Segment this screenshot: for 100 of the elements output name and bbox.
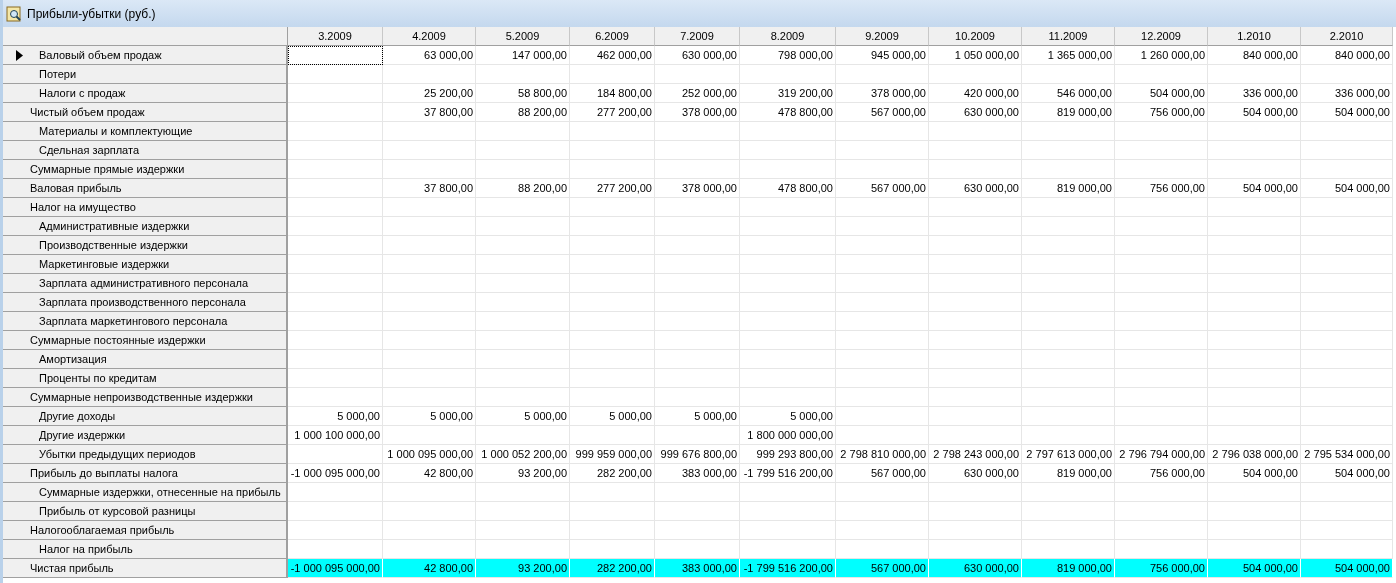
column-header[interactable]: 10.2009 xyxy=(929,27,1022,46)
table-cell: 1 000 100 000,00 xyxy=(288,426,383,445)
table-cell: 504 000,00 xyxy=(1208,559,1301,578)
column-header[interactable]: 5.2009 xyxy=(476,27,570,46)
column-header[interactable]: 12.2009 xyxy=(1115,27,1208,46)
row-header[interactable]: Прибыль от курсовой разницы xyxy=(25,502,288,521)
table-cell: 5 000,00 xyxy=(288,407,383,426)
table-cell: 37 800,00 xyxy=(383,103,476,122)
row-header[interactable]: Суммарные издержки, отнесенные на прибыль xyxy=(25,483,288,502)
row-header[interactable]: Налог на имущество xyxy=(25,198,288,217)
row-header[interactable]: Проценты по кредитам xyxy=(25,369,288,388)
row-header[interactable]: Налоги с продаж xyxy=(25,84,288,103)
table-cell: 504 000,00 xyxy=(1301,559,1393,578)
table-cell: 630 000,00 xyxy=(929,464,1022,483)
table-cell: 1 800 000 000,00 xyxy=(740,426,836,445)
table-cell: -1 000 095 000,00 xyxy=(288,559,383,578)
table-cell: 42 800,00 xyxy=(383,464,476,483)
table-cell: 819 000,00 xyxy=(1022,464,1115,483)
table-cell: 504 000,00 xyxy=(1301,179,1393,198)
table-cell: 756 000,00 xyxy=(1115,464,1208,483)
window-title: Прибыли-убытки (руб.) xyxy=(27,6,156,21)
row-header[interactable]: Сдельная зарплата xyxy=(25,141,288,160)
row-header[interactable]: Убытки предыдущих периодов xyxy=(25,445,288,464)
table-cell: 630 000,00 xyxy=(929,103,1022,122)
table-cell: 2 796 794 000,00 xyxy=(1115,445,1208,464)
column-header[interactable]: 7.2009 xyxy=(655,27,740,46)
table-cell: -1 799 516 200,00 xyxy=(740,559,836,578)
table-cell: 277 200,00 xyxy=(570,103,655,122)
table-cell: 999 293 800,00 xyxy=(740,445,836,464)
table-cell: 1 000 095 000,00 xyxy=(383,445,476,464)
row-header[interactable]: Зарплата производственного персонала xyxy=(25,293,288,312)
table-cell: 840 000,00 xyxy=(1208,46,1301,65)
row-header[interactable]: Зарплата маркетингового персонала xyxy=(25,312,288,331)
table-cell: 630 000,00 xyxy=(929,179,1022,198)
row-header[interactable]: Другие издержки xyxy=(25,426,288,445)
table-cell: 504 000,00 xyxy=(1208,103,1301,122)
row-header[interactable]: Суммарные прямые издержки xyxy=(25,160,288,179)
table-cell: 2 796 038 000,00 xyxy=(1208,445,1301,464)
row-header[interactable]: Производственные издержки xyxy=(25,236,288,255)
row-header[interactable]: Валовый объем продаж xyxy=(25,46,288,65)
table-cell: 5 000,00 xyxy=(383,407,476,426)
row-header[interactable]: Зарплата административного персонала xyxy=(25,274,288,293)
row-header[interactable]: Амортизация xyxy=(25,350,288,369)
table-cell: 819 000,00 xyxy=(1022,103,1115,122)
table-cell: 1 050 000,00 xyxy=(929,46,1022,65)
table-cell: 378 000,00 xyxy=(655,103,740,122)
table-cell: 756 000,00 xyxy=(1115,103,1208,122)
table-cell: 504 000,00 xyxy=(1301,103,1393,122)
table-cell: 88 200,00 xyxy=(476,179,570,198)
row-header[interactable]: Налог на прибыль xyxy=(25,540,288,559)
table-cell: 1 260 000,00 xyxy=(1115,46,1208,65)
table-cell: 504 000,00 xyxy=(1208,464,1301,483)
table-cell: -1 799 516 200,00 xyxy=(740,464,836,483)
column-header[interactable]: 9.2009 xyxy=(836,27,929,46)
table-cell: 567 000,00 xyxy=(836,464,929,483)
table-cell: 630 000,00 xyxy=(929,559,1022,578)
table-cell: 2 798 810 000,00 xyxy=(836,445,929,464)
row-header[interactable]: Маркетинговые издержки xyxy=(25,255,288,274)
column-header[interactable]: 11.2009 xyxy=(1022,27,1115,46)
column-header[interactable]: 1.2010 xyxy=(1208,27,1301,46)
table-cell: 1 000 052 200,00 xyxy=(476,445,570,464)
column-header[interactable]: 3.2009 xyxy=(288,27,383,46)
table-cell: 184 800,00 xyxy=(570,84,655,103)
row-header[interactable]: Суммарные непроизводственные издержки xyxy=(25,388,288,407)
row-header[interactable]: Суммарные постоянные издержки xyxy=(25,331,288,350)
table-cell: 383 000,00 xyxy=(655,559,740,578)
table-cell: 319 200,00 xyxy=(740,84,836,103)
row-header[interactable]: Валовая прибыль xyxy=(25,179,288,198)
table-cell: 5 000,00 xyxy=(740,407,836,426)
column-header[interactable]: 6.2009 xyxy=(570,27,655,46)
table-cell: 5 000,00 xyxy=(570,407,655,426)
row-header[interactable]: Чистая прибыль xyxy=(25,559,288,578)
table-cell: 25 200,00 xyxy=(383,84,476,103)
row-header[interactable]: Чистый объем продаж xyxy=(25,103,288,122)
table-cell: 93 200,00 xyxy=(476,464,570,483)
table-cell: 840 000,00 xyxy=(1301,46,1393,65)
row-header[interactable]: Административные издержки xyxy=(25,217,288,236)
row-header[interactable]: Потери xyxy=(25,65,288,84)
table-cell: 999 676 800,00 xyxy=(655,445,740,464)
column-header[interactable]: 2.2010 xyxy=(1301,27,1393,46)
table-cell: 282 200,00 xyxy=(570,559,655,578)
table-cell: 42 800,00 xyxy=(383,559,476,578)
table-cell: 88 200,00 xyxy=(476,103,570,122)
row-header[interactable]: Налогооблагаемая прибыль xyxy=(25,521,288,540)
table-cell: 378 000,00 xyxy=(655,179,740,198)
column-header[interactable]: 4.2009 xyxy=(383,27,476,46)
row-header[interactable]: Другие доходы xyxy=(25,407,288,426)
table-cell: 252 000,00 xyxy=(655,84,740,103)
table-cell: 478 800,00 xyxy=(740,103,836,122)
table-cell: 336 000,00 xyxy=(1208,84,1301,103)
row-selector[interactable] xyxy=(3,46,25,65)
table-cell: 478 800,00 xyxy=(740,179,836,198)
row-pointer-icon xyxy=(16,49,23,61)
column-header[interactable]: 8.2009 xyxy=(740,27,836,46)
table-cell: 2 795 534 000,00 xyxy=(1301,445,1393,464)
table-cell: 37 800,00 xyxy=(383,179,476,198)
row-header[interactable]: Материалы и комплектующие xyxy=(25,122,288,141)
table-cell: 798 000,00 xyxy=(740,46,836,65)
table-cell: 567 000,00 xyxy=(836,559,929,578)
row-header[interactable]: Прибыль до выплаты налога xyxy=(25,464,288,483)
